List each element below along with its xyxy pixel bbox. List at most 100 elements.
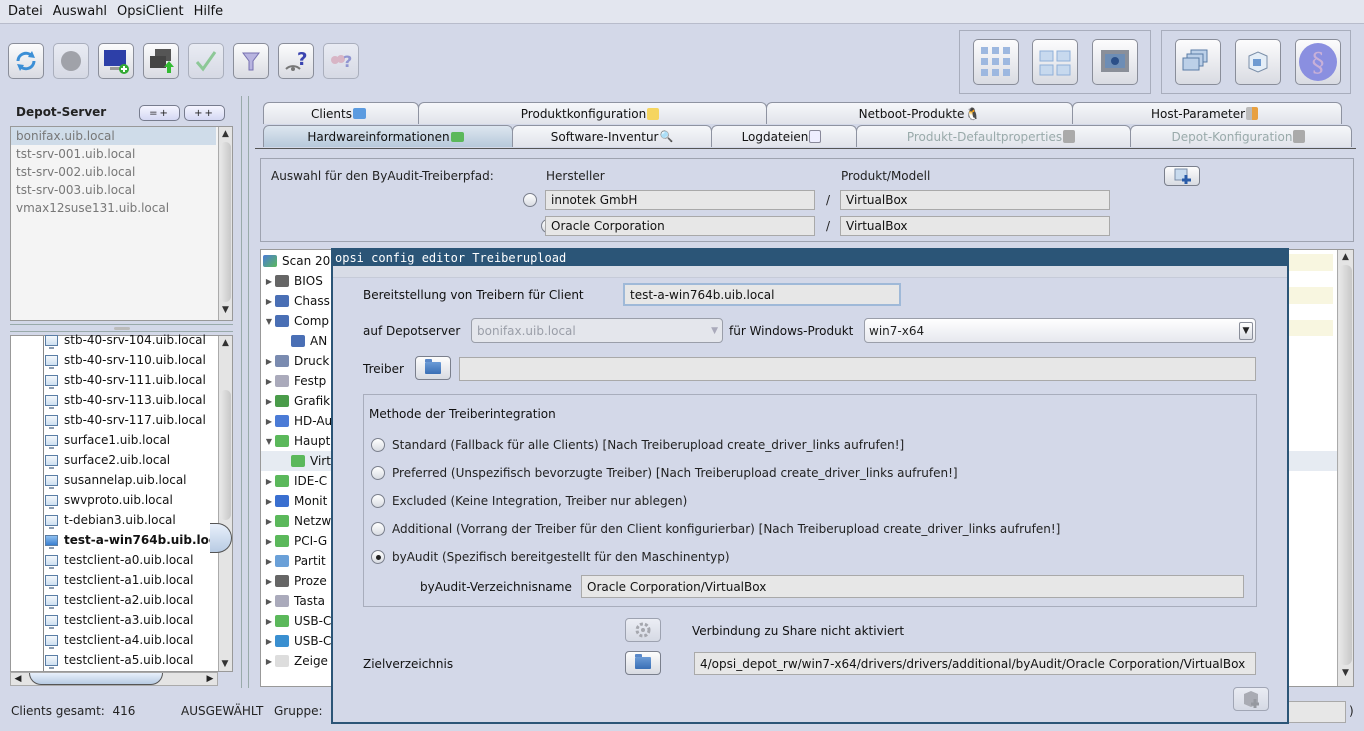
scroll-up-icon[interactable]: ▲ [219,336,232,350]
scroll-up-icon[interactable]: ▲ [1338,250,1353,264]
save-button[interactable] [188,43,224,79]
collapsed-triangle-icon[interactable]: ▶ [263,277,275,286]
add-client-button[interactable] [98,43,134,79]
menu-auswahl[interactable]: Auswahl [49,4,111,19]
tab-clients[interactable]: Clients [263,102,419,124]
depots-button[interactable] [1175,39,1221,85]
user-help-button[interactable]: ? [323,43,359,79]
depot-list-item[interactable]: vmax12suse131.uib.local [11,199,216,217]
collapsed-triangle-icon[interactable]: ▶ [263,297,275,306]
menu-hilfe[interactable]: Hilfe [190,4,228,19]
collapsed-triangle-icon[interactable]: ▶ [263,577,275,586]
expanded-triangle-icon[interactable]: ▼ [263,317,275,326]
scroll-down-icon[interactable]: ▼ [1338,666,1353,680]
upload-driver-button[interactable] [1233,687,1269,711]
collapsed-triangle-icon[interactable]: ▶ [263,637,275,646]
client-list-item[interactable]: stb-40-srv-110.uib.local [45,350,232,370]
scroll-down-icon[interactable]: ▼ [219,303,232,317]
menu-datei[interactable]: Datei [4,4,47,19]
method-radio[interactable] [371,522,385,536]
clients-grid-button[interactable] [973,39,1019,85]
depot-list-item[interactable]: tst-srv-001.uib.local [11,145,216,163]
client-list-item[interactable]: testclient-a3.uib.local [45,610,232,630]
expanded-triangle-icon[interactable]: ▼ [263,437,275,446]
scroll-left-icon[interactable]: ◀ [11,674,25,684]
collapsed-triangle-icon[interactable]: ▶ [263,517,275,526]
depot-list-item[interactable]: tst-srv-003.uib.local [11,181,216,199]
server-console-button[interactable] [1092,39,1138,85]
client-list-item[interactable]: testclient-a5.uib.local [45,650,232,670]
collapsed-triangle-icon[interactable]: ▶ [263,497,275,506]
client-list-item[interactable]: testclient-a4.uib.local [45,630,232,650]
choose-target-folder-button[interactable] [625,651,661,675]
tab-produktkonfiguration[interactable]: Produktkonfiguration [418,102,767,124]
collapsed-triangle-icon[interactable]: ▶ [263,617,275,626]
product-box-button[interactable] [1235,39,1281,85]
method-radio[interactable] [371,466,385,480]
collapsed-triangle-icon[interactable]: ▶ [263,657,275,666]
reload-button[interactable] [8,43,44,79]
client-list-item[interactable]: surface2.uib.local [45,450,232,470]
collapsed-triangle-icon[interactable]: ▶ [263,377,275,386]
client-list-item[interactable]: stb-40-srv-117.uib.local [45,410,232,430]
main-splitter[interactable] [241,96,249,688]
client-list-item[interactable]: stb-40-srv-113.uib.local [45,390,232,410]
add-driver-button[interactable] [1164,166,1200,186]
client-list-item[interactable]: susannelap.uib.local [45,470,232,490]
network-help-button[interactable]: ? [278,43,314,79]
client-list-item[interactable]: surface1.uib.local [45,430,232,450]
collapsed-triangle-icon[interactable]: ▶ [263,357,275,366]
collapsed-triangle-icon[interactable]: ▶ [263,557,275,566]
client-list-item[interactable]: testclient-a1.uib.local [45,570,232,590]
select-all-depots-button[interactable]: ++ [184,105,225,121]
method-option[interactable]: byAudit (Spezifisch bereitgestellt für d… [371,550,730,564]
tab-produkt-defaultproperties[interactable]: Produkt-Defaultproperties [856,125,1131,147]
method-option[interactable]: Additional (Vorrang der Treiber für den … [371,522,1060,536]
method-radio[interactable] [371,550,385,564]
method-radio[interactable] [371,438,385,452]
collapsed-triangle-icon[interactable]: ▶ [263,477,275,486]
scroll-down-icon[interactable]: ▼ [219,657,231,671]
depot-list-item[interactable]: bonifax.uib.local [11,127,216,145]
client-list-hscrollbar[interactable]: ◀ ▶ [10,672,218,686]
collapsed-triangle-icon[interactable]: ▶ [263,537,275,546]
byaudit-dir-field[interactable]: Oracle Corporation/VirtualBox [581,575,1244,598]
connect-share-button[interactable] [625,618,661,642]
client-list-item[interactable]: stb-40-srv-111.uib.local [45,370,232,390]
windows-product-select[interactable]: win7-x64 ▼ [864,318,1256,343]
client-list-vscrollbar[interactable]: ▲ ▼ [218,336,232,671]
collapsed-triangle-icon[interactable]: ▶ [263,397,275,406]
tab-hardwareinformationen[interactable]: Hardwareinformationen [263,125,513,147]
collapsed-triangle-icon[interactable]: ▶ [263,417,275,426]
tab-logdateien[interactable]: Logdateien [711,125,857,147]
client-list-item[interactable]: testclient-a2.uib.local [45,590,232,610]
choose-driver-folder-button[interactable] [415,356,451,380]
tab-depot-konfiguration[interactable]: Depot-Konfiguration [1130,125,1352,147]
depot-server-select[interactable]: bonifax.uib.local ▼ [471,318,723,343]
deploy-clients-button[interactable] [143,43,179,79]
tab-netboot-produkte[interactable]: Netboot-Produkte 🐧 [766,102,1073,124]
tab-host-parameter[interactable]: Host-Parameter [1072,102,1342,124]
client-list-item[interactable]: testclient-a0.uib.local [45,550,232,570]
driver-path-field[interactable] [459,357,1256,381]
collapsed-triangle-icon[interactable]: ▶ [263,597,275,606]
method-option[interactable]: Excluded (Keine Integration, Treiber nur… [371,494,687,508]
license-button[interactable]: § [1295,39,1341,85]
scroll-up-icon[interactable]: ▲ [219,127,232,141]
client-groups-button[interactable] [1032,39,1078,85]
session-button[interactable] [53,43,89,79]
method-option[interactable]: Preferred (Unspezifisch bevorzugte Treib… [371,466,958,480]
select-same-depots-button[interactable]: =+ [139,105,180,121]
method-option[interactable]: Standard (Fallback für alle Clients) [Na… [371,438,904,452]
vendor-radio-innotek[interactable] [523,193,537,207]
client-list-item[interactable]: test-a-win764b.uib.local [45,530,232,550]
depot-list-scrollbar[interactable]: ▲ ▼ [218,127,232,320]
client-field[interactable]: test-a-win764b.uib.local [623,283,901,306]
client-list-item[interactable]: stb-40-srv-104.uib.local [45,330,232,350]
target-dir-field[interactable]: 4/opsi_depot_rw/win7-x64/drivers/drivers… [694,652,1256,675]
hw-panel-scrollbar[interactable]: ▲ ▼ [1337,250,1353,686]
menu-opsiclient[interactable]: OpsiClient [113,4,188,19]
scroll-right-icon[interactable]: ▶ [203,674,217,684]
filter-button[interactable] [233,43,269,79]
depot-list-item[interactable]: tst-srv-002.uib.local [11,163,216,181]
